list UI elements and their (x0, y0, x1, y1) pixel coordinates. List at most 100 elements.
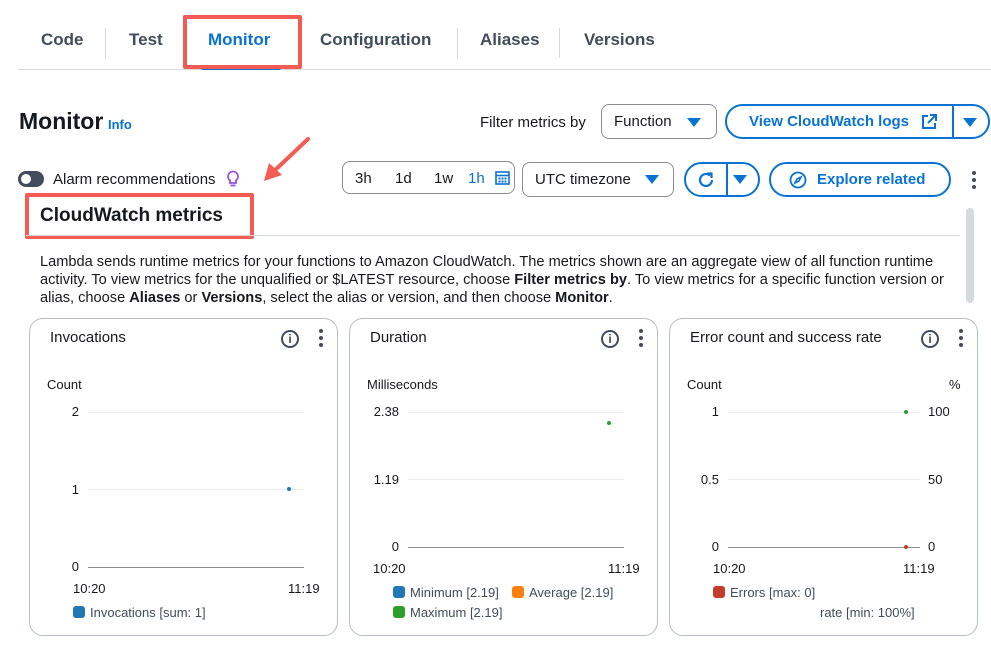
x-tick: 11:19 (903, 561, 935, 576)
tab-divider (559, 28, 560, 58)
filter-metrics-value: Function (614, 113, 672, 130)
y-tick: 1.19 (373, 472, 399, 487)
legend-swatch (73, 606, 85, 618)
legend-label: Invocations [sum: 1] (90, 605, 206, 620)
y2-tick: 50 (928, 472, 943, 487)
refresh-button[interactable] (684, 162, 728, 197)
more-options-icon[interactable] (638, 329, 644, 350)
data-point-errors (904, 545, 908, 549)
y-tick: 1 (71, 482, 79, 497)
y-tick: 0 (711, 539, 719, 554)
tab-divider (457, 28, 458, 58)
chart-title: Invocations (50, 329, 126, 346)
legend-swatch (713, 586, 725, 598)
tab-bar: Code Test Monitor Configuration Aliases … (18, 14, 991, 70)
time-range-selector: 3h 1d 1w 1h (342, 161, 515, 194)
section-divider (26, 235, 960, 236)
x-axis (728, 547, 920, 548)
y2-tick: 0 (928, 539, 936, 554)
invocations-card: Invocations i Count 2 1 0 10:20 11:19 In… (29, 318, 338, 636)
x-tick: 10:20 (713, 561, 746, 576)
cloudwatch-description: Lambda sends runtime metrics for your fu… (40, 254, 944, 306)
chevron-down-icon (963, 118, 977, 127)
info-icon[interactable]: i (601, 330, 619, 348)
toggle-knob (21, 174, 31, 184)
more-actions-icon[interactable] (971, 171, 976, 192)
y-tick: 2.38 (373, 404, 399, 419)
y2-tick: 100 (928, 404, 950, 419)
filter-metrics-label: Filter metrics by (480, 114, 586, 131)
alarm-recommendations-label: Alarm recommendations (53, 171, 216, 188)
y-axis-label: Count (687, 377, 722, 392)
error-success-card: Error count and success rate i Count % 1… (669, 318, 978, 636)
more-options-icon[interactable] (318, 329, 324, 350)
legend-label: Errors [max: 0] (730, 585, 816, 600)
annotation-arrow-icon (264, 137, 310, 181)
annotation-box-cloudwatch-title (25, 193, 254, 239)
explore-related-label: Explore related (817, 171, 926, 188)
y-tick: 0.5 (700, 472, 719, 487)
gridline (408, 412, 624, 413)
calendar-icon[interactable] (495, 170, 510, 185)
legend-swatch (512, 586, 524, 598)
range-1w[interactable]: 1w (434, 170, 453, 187)
y-tick: 0 (391, 539, 399, 554)
legend-label: Average [2.19] (529, 585, 614, 600)
tab-code[interactable]: Code (41, 30, 84, 50)
info-icon[interactable]: i (281, 330, 299, 348)
y2-axis-label: % (949, 377, 961, 392)
lightbulb-icon (227, 170, 239, 187)
legend-swatch (393, 586, 405, 598)
range-1d[interactable]: 1d (395, 170, 412, 187)
gridline (88, 412, 304, 413)
chart-title: Duration (370, 329, 427, 346)
chart-title: Error count and success rate (690, 329, 882, 346)
data-point-invocations (287, 487, 291, 491)
annotation-box-monitor-tab (183, 15, 302, 69)
page-title: Monitor (19, 108, 104, 134)
tab-versions[interactable]: Versions (584, 30, 655, 50)
y-axis-label: Milliseconds (367, 377, 438, 392)
tab-divider (105, 28, 106, 58)
y-tick: 2 (71, 404, 79, 419)
x-tick: 11:19 (288, 581, 320, 596)
legend-label: Maximum [2.19] (410, 605, 503, 620)
duration-card: Duration i Milliseconds 2.38 1.19 0 10:2… (349, 318, 658, 636)
x-tick: 10:20 (73, 581, 106, 596)
x-axis (408, 547, 624, 548)
tab-aliases[interactable]: Aliases (480, 30, 540, 50)
x-tick: 11:19 (608, 561, 640, 576)
gridline (408, 479, 624, 480)
legend-swatch (393, 606, 405, 618)
range-1h[interactable]: 1h (468, 170, 485, 187)
y-tick: 0 (71, 559, 79, 574)
refresh-icon (698, 172, 714, 188)
range-3h[interactable]: 3h (355, 170, 372, 187)
compass-icon (789, 171, 807, 188)
y-axis-label: Count (47, 377, 82, 392)
chevron-down-icon (687, 118, 701, 127)
gridline (88, 489, 304, 490)
x-axis (88, 567, 304, 568)
chevron-down-icon (733, 175, 747, 184)
info-icon[interactable]: i (921, 330, 939, 348)
legend-label: Minimum [2.19] (410, 585, 499, 600)
more-options-icon[interactable] (958, 329, 964, 350)
view-cloudwatch-logs-label: View CloudWatch logs (749, 113, 910, 130)
tab-test[interactable]: Test (129, 30, 163, 50)
view-cloudwatch-logs-button[interactable]: View CloudWatch logs (725, 104, 954, 139)
legend-label: rate [min: 100%] (820, 605, 915, 620)
timezone-value: UTC timezone (535, 171, 631, 188)
chevron-down-icon (645, 175, 659, 184)
explore-related-button[interactable]: Explore related (769, 162, 951, 197)
x-tick: 10:20 (373, 561, 406, 576)
gridline (728, 479, 920, 480)
data-point-duration (607, 421, 611, 425)
tab-configuration[interactable]: Configuration (320, 30, 431, 50)
data-point-success-rate (904, 410, 908, 414)
gridline (728, 412, 920, 413)
external-link-icon (922, 114, 937, 129)
y-tick: 1 (711, 404, 719, 419)
info-link[interactable]: Info (108, 117, 132, 132)
scrollbar-thumb[interactable] (966, 208, 974, 303)
